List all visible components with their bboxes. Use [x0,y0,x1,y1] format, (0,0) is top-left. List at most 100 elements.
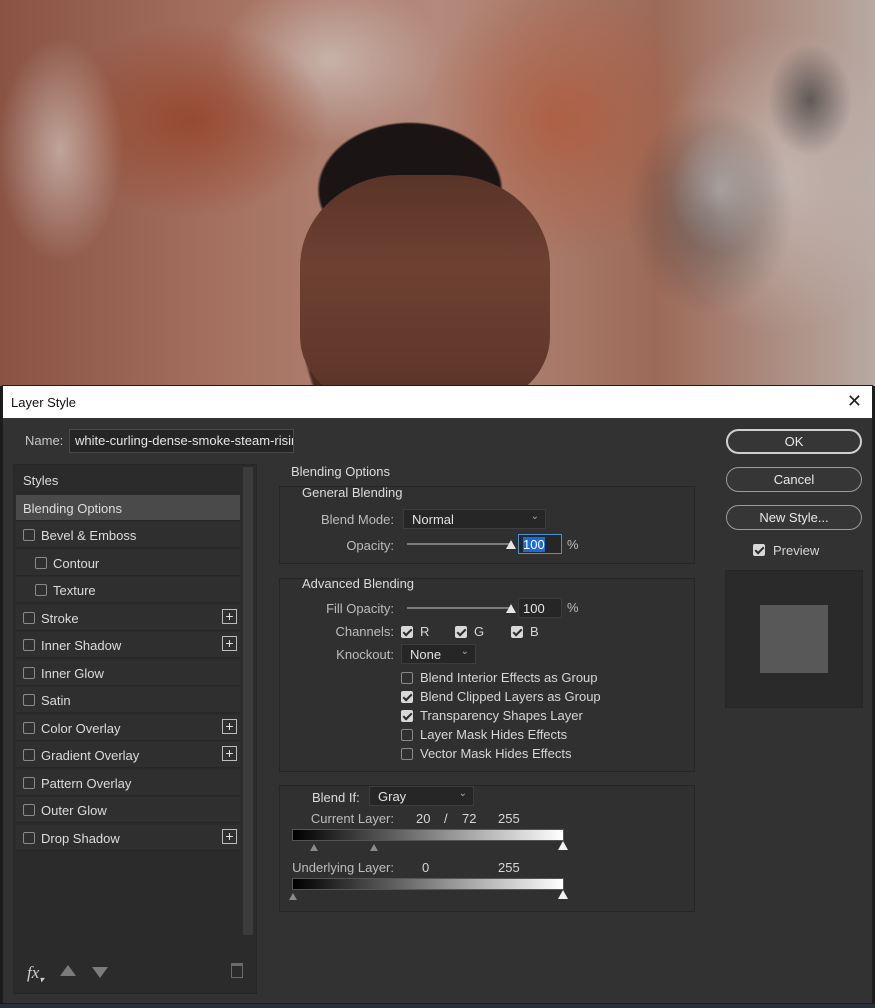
style-item-inner-shadow[interactable]: Inner Shadow + [16,632,240,658]
dialog-titlebar: Layer Style ✕ [3,386,872,418]
chevron-down-icon: ⌄ [458,788,467,799]
blend-clipped-layers-as-group-checkbox[interactable] [401,691,413,703]
style-item-gradient-overlay[interactable]: Gradient Overlay + [16,742,240,768]
current-layer-mid-split-thumb[interactable] [370,844,378,851]
add-drop-shadow-icon[interactable]: + [222,828,237,844]
style-item-drop-shadow[interactable]: Drop Shadow + [16,824,240,851]
trash-icon[interactable] [231,963,243,978]
styles-header-label: Styles [23,473,59,488]
chevron-down-icon: ⌄ [460,646,469,657]
underlying-layer-low-thumb[interactable] [289,893,297,900]
layer-style-dialog: Layer Style ✕ Name: white-curling-dense-… [2,385,873,1004]
underlying-layer-high: 255 [498,860,520,875]
blend-if-select[interactable]: Gray ⌄ [369,786,474,806]
dialog-title: Layer Style [11,395,77,410]
style-item-stroke[interactable]: Stroke + [16,604,240,631]
blend-mode-label: Blend Mode: [321,512,394,527]
fill-opacity-input[interactable]: 100 [518,598,562,618]
add-inner-shadow-icon[interactable]: + [222,636,237,651]
style-item-contour[interactable]: Contour [16,549,240,576]
style-item-inner-glow[interactable]: Inner Glow [16,659,240,686]
style-checkbox-stroke[interactable] [23,611,35,624]
opacity-slider-thumb[interactable] [506,540,516,549]
add-gradient-overlay-icon[interactable]: + [222,746,237,761]
current-layer-high: 255 [498,811,520,826]
blend-if-group: Blend If: Gray ⌄ Current Layer: 20 / 72 2… [279,785,695,912]
styles-list: Styles Blending Options Bevel & Emboss Con… [16,467,240,852]
blend-clipped-layers-as-group-label: Blend Clipped Layers as Group [420,689,601,704]
style-item-label: Pattern Overlay [41,775,132,791]
opacity-input[interactable]: 100 [518,534,562,554]
channel-b-label: B [530,624,539,639]
new-style-button[interactable]: New Style... [726,505,862,530]
move-down-icon[interactable] [92,967,108,978]
style-item-label: Drop Shadow [41,830,120,846]
style-item-texture[interactable]: Texture [16,577,240,603]
vector-mask-hides-effects-checkbox[interactable] [401,748,413,760]
name-label: Name: [25,433,64,448]
style-checkbox-gradient-overlay[interactable] [23,749,35,761]
style-item-satin[interactable]: Satin [16,687,240,713]
style-item-label: Color Overlay [41,720,121,736]
channels-label: Channels: [335,624,394,639]
fill-opacity-percent: % [567,600,579,615]
preview-checkbox[interactable] [753,544,765,556]
current-layer-low-split-thumb[interactable] [310,844,318,851]
close-icon[interactable]: ✕ [847,391,862,412]
style-item-label: Satin [41,693,71,708]
style-checkbox-pattern-overlay[interactable] [23,776,35,789]
layer-mask-hides-effects-checkbox[interactable] [401,729,413,741]
fx-icon[interactable]: fx▾ [27,963,44,985]
transparency-shapes-layer-label: Transparency Shapes Layer [420,708,583,723]
styles-footer: fx▾ [14,955,256,991]
transparency-shapes-layer-checkbox[interactable] [401,710,413,722]
style-item-blending-options[interactable]: Blending Options [16,494,240,521]
style-item-pattern-overlay[interactable]: Pattern Overlay [16,769,240,796]
vector-mask-hides-effects-label: Vector Mask Hides Effects [420,746,572,761]
blending-options-content: Blending Options General Blending Blend … [269,464,709,994]
advanced-blending-group: Advanced Blending Fill Opacity: 100 % Ch… [279,576,695,772]
style-checkbox-inner-shadow[interactable] [23,639,35,651]
chevron-down-icon: ⌄ [530,511,539,522]
channel-g-checkbox[interactable] [455,626,467,638]
opacity-slider-track[interactable] [407,543,511,545]
advanced-blending-title: Advanced Blending [302,576,415,591]
style-item-label: Blending Options [23,500,123,516]
blend-interior-effects-as-group-checkbox[interactable] [401,672,413,684]
current-layer-label: Current Layer: [310,811,394,826]
style-item-bevel-emboss[interactable]: Bevel & Emboss [16,522,240,548]
underlying-layer-high-thumb[interactable] [558,890,568,899]
blend-mode-select[interactable]: Normal ⌄ [403,509,546,529]
fill-opacity-slider-track[interactable] [407,607,511,609]
style-item-label: Contour [53,555,100,571]
add-stroke-icon[interactable]: + [222,608,237,624]
current-layer-separator: / [444,811,448,826]
style-checkbox-color-overlay[interactable] [23,721,35,734]
style-item-color-overlay[interactable]: Color Overlay + [16,714,240,741]
style-checkbox-bevel-emboss[interactable] [23,529,35,541]
style-checkbox-satin[interactable] [23,694,35,706]
cancel-button[interactable]: Cancel [726,467,862,492]
styles-scrollbar[interactable] [243,467,253,935]
styles-header[interactable]: Styles [16,467,240,493]
channel-b-checkbox[interactable] [511,626,523,638]
blend-if-label: Blend If: [312,790,360,805]
knockout-select[interactable]: None ⌄ [401,644,476,664]
add-color-overlay-icon[interactable]: + [222,718,237,734]
channel-r-checkbox[interactable] [401,626,413,638]
style-checkbox-drop-shadow[interactable] [23,831,35,844]
fill-opacity-slider-thumb[interactable] [506,604,516,613]
style-checkbox-texture[interactable] [35,584,47,596]
channel-g-label: G [474,624,485,639]
style-item-label: Stroke [41,610,79,626]
style-checkbox-outer-glow[interactable] [23,804,35,816]
photo-bottom-strip [0,1004,875,1008]
name-input[interactable]: white-curling-dense-smoke-steam-risir [69,429,294,453]
style-item-outer-glow[interactable]: Outer Glow [16,797,240,823]
style-checkbox-inner-glow[interactable] [23,666,35,679]
style-checkbox-contour[interactable] [35,556,47,569]
current-layer-high-thumb[interactable] [558,841,568,850]
ok-button[interactable]: OK [726,429,862,454]
preview-swatch [760,605,828,673]
move-up-icon[interactable] [60,965,76,976]
